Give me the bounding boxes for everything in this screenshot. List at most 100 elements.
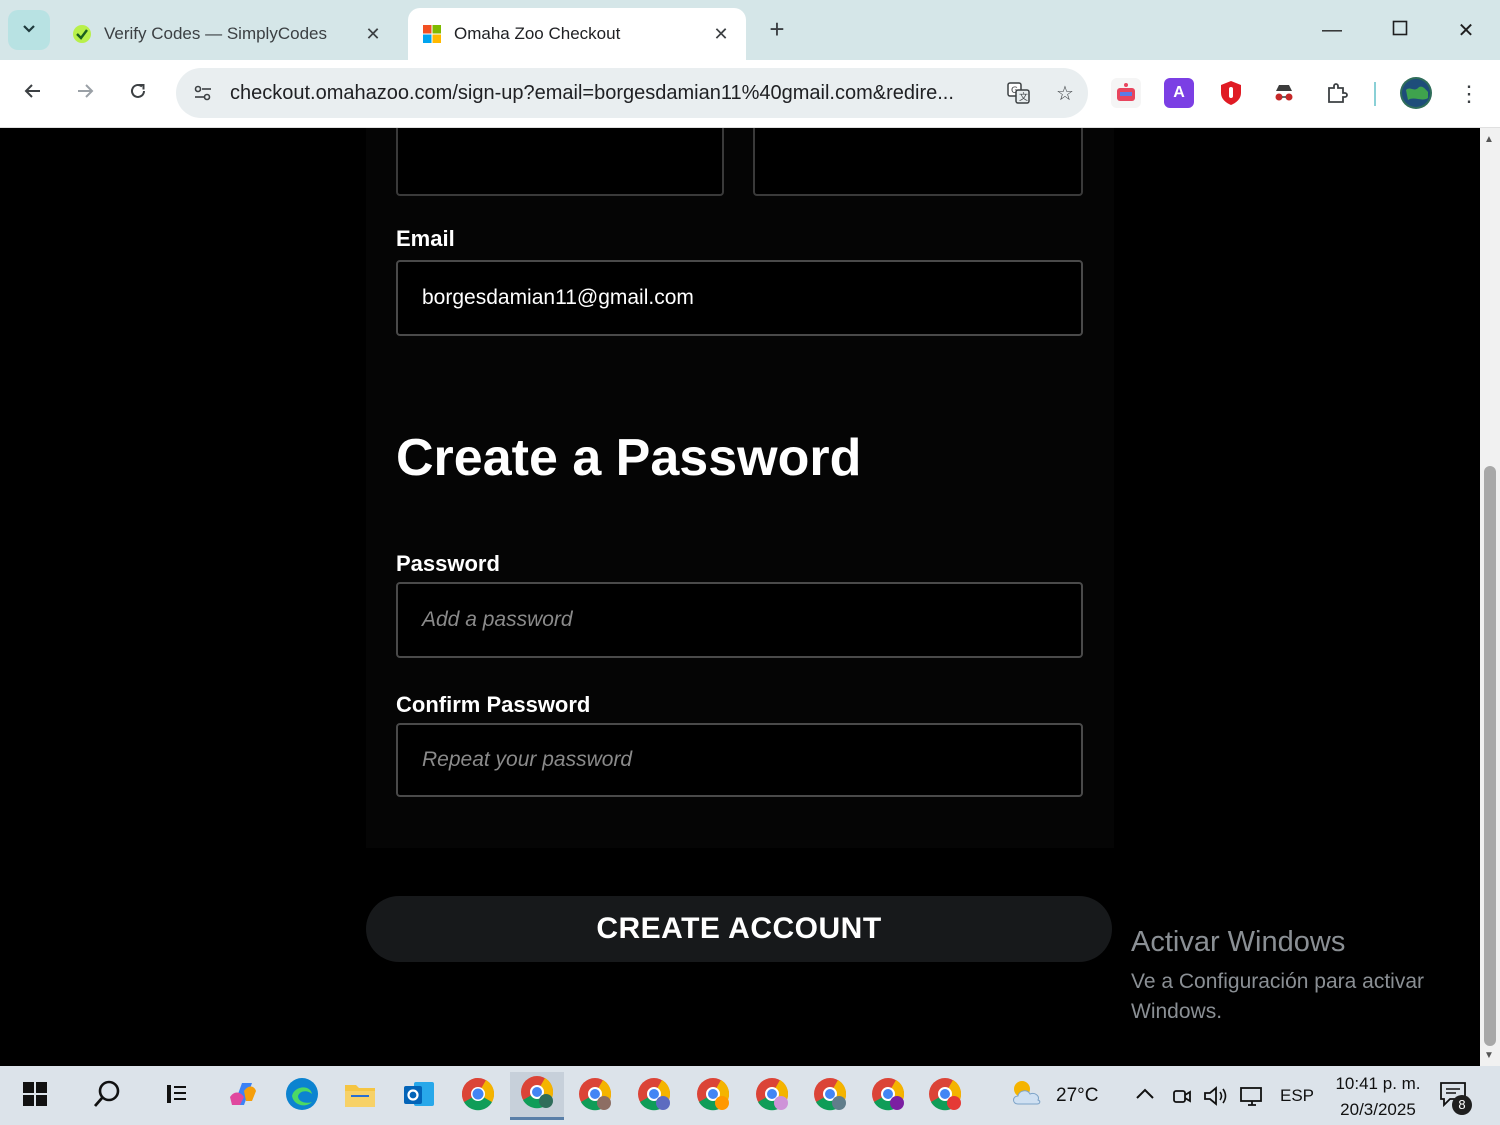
maximize-button[interactable] [1370,10,1430,50]
plus-icon: + [769,13,785,44]
chrome-profile-4-button[interactable] [686,1072,740,1120]
chrome-profile-icon [695,1076,731,1117]
meet-now-icon[interactable] [1170,1066,1194,1125]
windows-activation-watermark: Activar Windows Ve a Configuración para … [1131,926,1461,1027]
close-icon[interactable]: ✕ [362,24,384,45]
confirm-password-label: Confirm Password [396,692,591,717]
chrome-profile-3-button[interactable] [627,1072,681,1120]
toolbar-divider [1374,82,1376,106]
site-settings-icon[interactable] [176,83,230,103]
show-hidden-icons-button[interactable] [1134,1066,1156,1125]
chrome-profile-1-button[interactable] [510,1072,564,1120]
tab-search-button[interactable] [8,10,50,50]
forward-button[interactable] [65,74,105,114]
close-icon[interactable]: ✕ [710,24,732,45]
email-label: Email [396,226,455,251]
arrow-right-icon [75,81,95,107]
tab-verify-codes[interactable]: Verify Codes — SimplyCodes ✕ [58,8,398,60]
extensions-puzzle-icon[interactable] [1322,78,1352,108]
notification-center-button[interactable]: 8 [1438,1066,1472,1125]
task-view-button[interactable] [149,1072,203,1120]
search-button[interactable] [80,1072,134,1120]
weather-partly-cloudy-icon [1008,1078,1046,1114]
maximize-icon [1392,19,1408,42]
watermark-subtitle: Ve a Configuración para activar Windows. [1131,970,1425,1023]
minimize-button[interactable]: — [1302,10,1362,50]
url-text[interactable]: checkout.omahazoo.com/sign-up?email=borg… [230,82,996,105]
tab-title: Omaha Zoo Checkout [454,24,621,43]
scrollbar-thumb[interactable] [1484,466,1496,1046]
extension-ublock-icon[interactable] [1216,78,1246,108]
clock-date: 20/3/2025 [1340,1100,1416,1119]
watermark-title: Activar Windows [1131,926,1346,958]
notification-icon: 8 [1438,1080,1472,1115]
task-view-icon [163,1081,189,1112]
chrome-profile-2-button[interactable] [568,1072,622,1120]
chevron-up-icon [1134,1085,1156,1107]
extension-a-icon[interactable]: A [1164,78,1194,108]
weather-temperature: 27°C [1056,1084,1099,1106]
address-bar[interactable]: checkout.omahazoo.com/sign-up?email=borg… [176,68,1088,118]
chrome-profile-icon [636,1076,672,1117]
windows-logo-icon [22,1081,48,1112]
copilot-button[interactable] [216,1072,270,1120]
close-window-button[interactable]: ✕ [1436,10,1496,50]
new-tab-button[interactable]: + [762,14,792,44]
search-icon [92,1079,122,1114]
back-button[interactable] [13,74,53,114]
chevron-down-icon [21,20,37,41]
system-clock[interactable]: 10:41 p. m. 20/3/2025 [1326,1071,1430,1123]
folder-icon [343,1079,377,1114]
tab-strip: Verify Codes — SimplyCodes ✕ Omaha Zoo C… [0,0,1500,60]
edge-button[interactable] [275,1072,329,1120]
minimize-icon: — [1322,18,1342,41]
microsoft-icon [422,24,442,44]
copilot-icon [226,1077,260,1116]
file-explorer-button[interactable] [333,1072,387,1120]
translate-icon[interactable]: G文 [996,82,1042,104]
start-button[interactable] [8,1072,62,1120]
page-scrollbar[interactable]: ▲ ▼ [1480,128,1500,1066]
chrome-profile-icon [812,1076,848,1117]
last-name-field[interactable] [753,128,1083,196]
chrome-profile-icon [870,1076,906,1117]
tab-omaha-zoo-checkout[interactable]: Omaha Zoo Checkout ✕ [408,8,746,60]
scroll-up-icon[interactable]: ▲ [1484,134,1494,145]
profile-avatar[interactable] [1400,77,1432,109]
chrome-icon [460,1076,496,1117]
reload-icon [128,81,148,107]
reload-button[interactable] [118,74,158,114]
tab-title: Verify Codes — SimplyCodes [104,24,327,43]
outlook-icon [402,1078,436,1115]
first-name-field[interactable] [396,128,724,196]
page-content: Email borgesdamian11@gmail.com Create a … [0,128,1480,1066]
email-field[interactable]: borgesdamian11@gmail.com [396,260,1083,336]
chrome-profile-6-button[interactable] [803,1072,857,1120]
windows-taskbar: 27°C ESP 10:41 p. m. 20/3/2025 8 [0,1066,1500,1125]
outlook-button[interactable] [392,1072,446,1120]
chrome-profile-7-button[interactable] [861,1072,915,1120]
scroll-down-icon[interactable]: ▼ [1484,1050,1494,1061]
password-field[interactable]: Add a password [396,582,1083,658]
more-vertical-icon: ⋮ [1458,81,1480,106]
extension-incognito-icon[interactable] [1269,78,1299,108]
close-icon: ✕ [1457,19,1475,42]
chrome-profile-icon [754,1076,790,1117]
svg-text:文: 文 [1019,91,1028,103]
input-language-indicator[interactable]: ESP [1280,1066,1314,1125]
chrome-profile-5-button[interactable] [745,1072,799,1120]
confirm-password-field[interactable]: Repeat your password [396,723,1083,797]
weather-widget[interactable]: 27°C [1008,1066,1098,1125]
simplycodes-icon [72,24,92,44]
chrome-profile-8-button[interactable] [918,1072,972,1120]
chrome-profile-icon [577,1076,613,1117]
volume-icon[interactable] [1202,1066,1230,1125]
extension-robot-icon[interactable] [1111,78,1141,108]
chrome-profile-icon [519,1074,555,1115]
chrome-button[interactable] [451,1072,505,1120]
clock-time: 10:41 p. m. [1335,1074,1421,1093]
network-icon[interactable] [1238,1066,1266,1125]
browser-menu-button[interactable]: ⋮ [1449,74,1489,114]
create-account-button[interactable]: CREATE ACCOUNT [366,896,1112,962]
bookmark-star-icon[interactable]: ☆ [1042,81,1088,106]
